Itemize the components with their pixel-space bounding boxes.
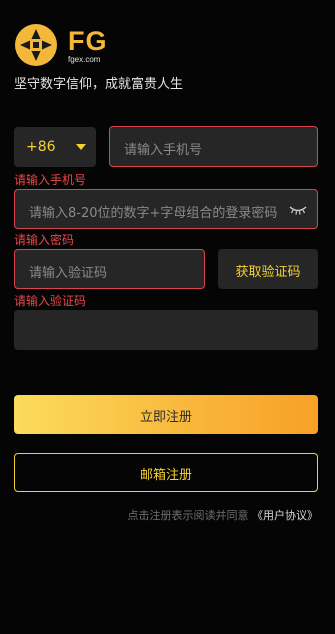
register-button[interactable]: 立即注册 <box>14 395 318 434</box>
brand-wordmark: FG fgex.com <box>68 27 108 64</box>
verification-code-input[interactable]: 请输入验证码 <box>14 249 205 289</box>
password-placeholder: 请输入8-20位的数字+字母组合的登录密码 <box>29 206 278 221</box>
code-placeholder: 请输入验证码 <box>29 266 108 281</box>
agreement-prefix: 点击注册表示阅读并同意 <box>127 509 249 522</box>
brand-domain: fgex.com <box>68 55 101 64</box>
brand-slogan: 坚守数字信仰，成就富贵人生 <box>14 77 184 92</box>
password-error: 请输入密码 <box>14 233 75 247</box>
email-register-button[interactable]: 邮箱注册 <box>14 453 318 492</box>
agreement-text: 点击注册表示阅读并同意 《用户协议》 <box>128 507 319 523</box>
user-agreement-link[interactable]: 《用户协议》 <box>252 509 318 522</box>
brand-logo-icon <box>15 24 57 66</box>
password-input[interactable]: 请输入8-20位的数字+字母组合的登录密码 <box>14 189 318 229</box>
country-code-value: +86 <box>26 139 56 155</box>
brand-name: FG <box>68 26 108 56</box>
phone-error: 请输入手机号 <box>14 173 87 187</box>
country-code-select[interactable]: +86 <box>14 127 96 167</box>
extra-input[interactable] <box>14 310 318 350</box>
code-error: 请输入验证码 <box>14 294 87 308</box>
eye-closed-icon[interactable] <box>289 204 307 216</box>
get-code-button[interactable]: 获取验证码 <box>218 249 318 289</box>
register-label: 立即注册 <box>139 410 192 425</box>
get-code-label: 获取验证码 <box>235 265 301 280</box>
email-register-label: 邮箱注册 <box>139 468 192 483</box>
phone-placeholder: 请输入手机号 <box>124 143 203 158</box>
chevron-down-icon <box>76 144 86 150</box>
phone-input[interactable]: 请输入手机号 <box>109 126 318 167</box>
